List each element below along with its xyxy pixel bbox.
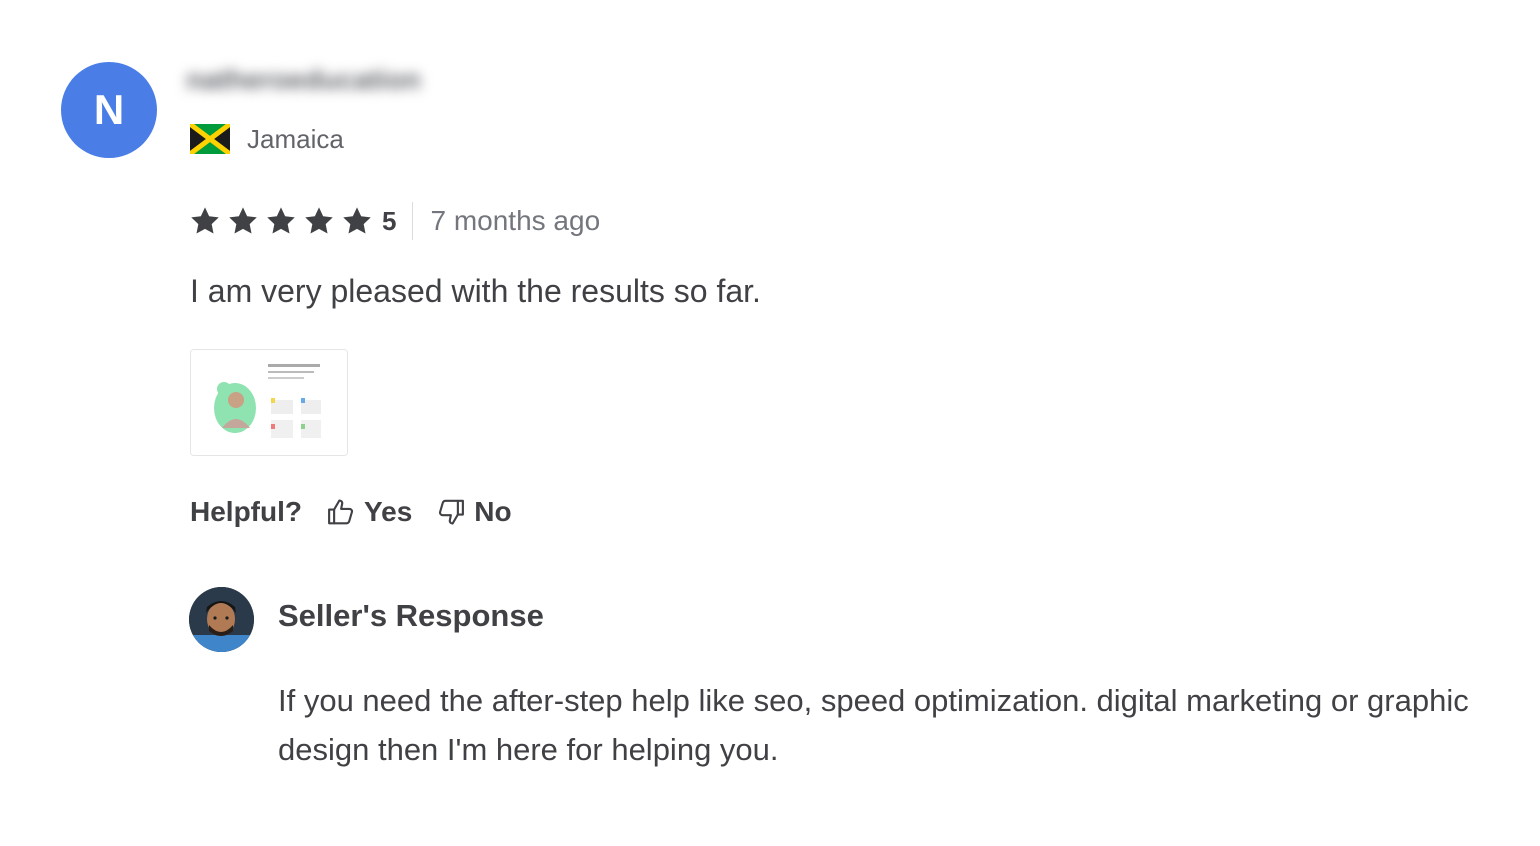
rating-row: 5 7 months ago (189, 201, 600, 241)
helpful-no-button[interactable]: No (436, 496, 512, 528)
jamaica-flag-icon (190, 124, 230, 154)
helpful-yes-button[interactable]: Yes (326, 496, 412, 528)
star-icon (229, 207, 257, 234)
seller-response-text: If you need the after-step help like seo… (278, 683, 1469, 767)
star-icon (191, 207, 219, 234)
review-text: I am very pleased with the results so fa… (190, 273, 761, 309)
star-icon (305, 207, 333, 234)
helpful-yes-label: Yes (364, 496, 413, 527)
rating-divider (412, 202, 414, 240)
reviewer-username[interactable]: natheroeducation (186, 62, 456, 98)
review-time: 7 months ago (430, 205, 601, 236)
review-attachment-thumbnail[interactable] (190, 349, 348, 456)
rating-value: 5 (382, 205, 397, 236)
star-icon (343, 207, 371, 234)
helpful-row: Helpful? Yes No (190, 492, 512, 532)
reviewer-avatar[interactable]: N (61, 62, 157, 158)
star-rating (189, 205, 379, 237)
thumbs-down-icon (439, 499, 465, 525)
seller-photo (189, 587, 254, 652)
thumbs-up-icon (328, 499, 354, 525)
attachment-preview-image (191, 350, 347, 455)
review-card: N natheroeducation Jamaica 5 7 months ag… (0, 0, 1540, 846)
helpful-label: Helpful? (190, 496, 302, 527)
seller-avatar[interactable] (189, 587, 254, 652)
star-icon (267, 207, 295, 234)
seller-response-title: Seller's Response (278, 598, 544, 633)
country-name: Jamaica (247, 123, 344, 154)
helpful-no-label: No (474, 496, 512, 527)
reviewer-country: Jamaica (190, 122, 344, 156)
